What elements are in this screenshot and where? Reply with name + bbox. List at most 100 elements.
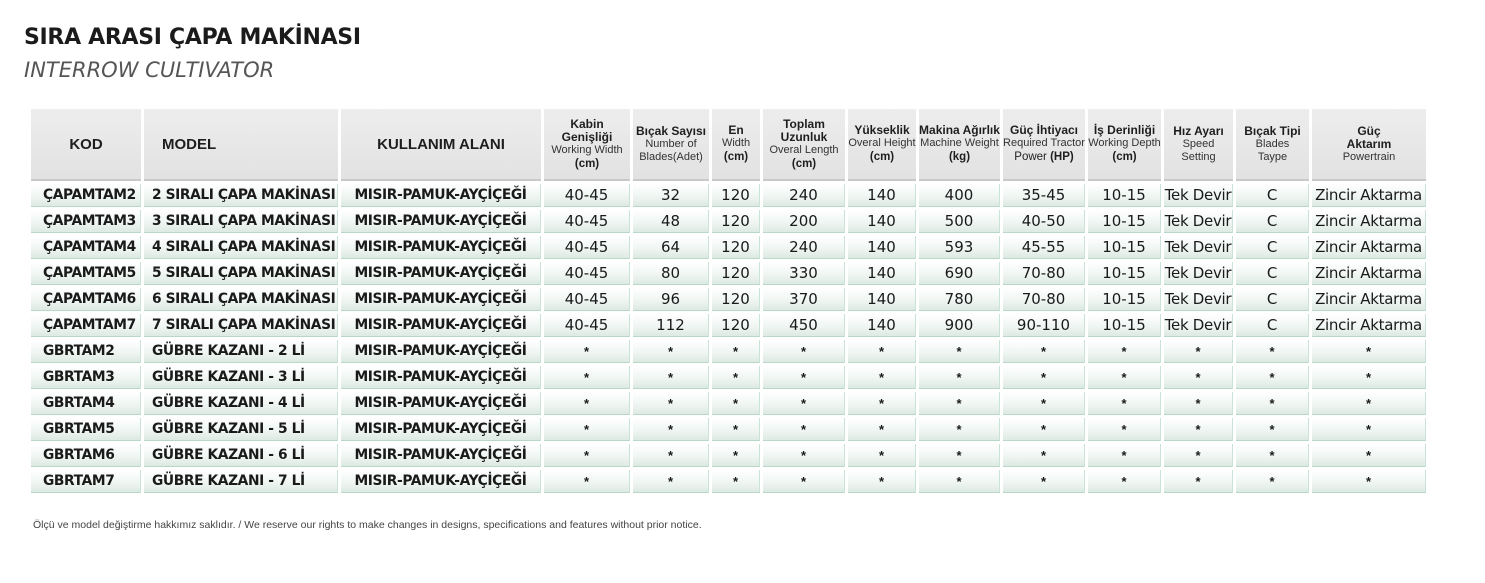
cell-derinlik: * [1088,418,1161,441]
cell-model: 4 SIRALI ÇAPA MAKİNASI [144,236,338,259]
cell-tip: * [1236,366,1309,389]
table-row: ÇAPAMTAM2 2 SIRALI ÇAPA MAKİNASI MISIR-PAM… [31,184,1426,207]
cell-guc: * [1003,444,1085,467]
cell-uzunluk: 200 [763,210,845,233]
cell-derinlik: * [1088,444,1161,467]
cell-guc: 35-45 [1003,184,1085,207]
cell-derinlik: 10-15 [1088,210,1161,233]
header-agirlik: Makina Ağırlık Machine Weight (kg) [919,109,1000,181]
cell-aktarim: Zincir Aktarma [1312,314,1426,337]
cell-model: GÜBRE KAZANI - 6 Lİ [144,444,338,467]
table-row: GBRTAM5 GÜBRE KAZANI - 5 Lİ MISIR-PAMUK-AY… [31,418,1426,441]
cell-agirlik: * [919,340,1000,363]
cell-area: MISIR-PAMUK-AYÇİÇEĞİ [341,470,541,493]
cell-aktarim: Zincir Aktarma [1312,210,1426,233]
cell-kabin: * [544,366,630,389]
cell-yukseklik: 140 [848,314,916,337]
cell-tip: C [1236,184,1309,207]
cell-model: 5 SIRALI ÇAPA MAKİNASI [144,262,338,285]
header-kod: KOD [31,109,141,181]
cell-area: MISIR-PAMUK-AYÇİÇEĞİ [341,444,541,467]
cell-guc: * [1003,470,1085,493]
cell-uzunluk: * [763,392,845,415]
cell-area: MISIR-PAMUK-AYÇİÇEĞİ [341,366,541,389]
table-row: GBRTAM4 GÜBRE KAZANI - 4 Lİ MISIR-PAMUK-AY… [31,392,1426,415]
cell-hiz: Tek Devir [1164,262,1233,285]
cell-bicak: * [633,366,709,389]
cell-kabin: * [544,418,630,441]
cell-yukseklik: 140 [848,210,916,233]
cell-yukseklik: * [848,470,916,493]
cell-derinlik: * [1088,340,1161,363]
table-row: ÇAPAMTAM6 6 SIRALI ÇAPA MAKİNASI MISIR-PAM… [31,288,1426,311]
cell-derinlik: 10-15 [1088,314,1161,337]
cell-area: MISIR-PAMUK-AYÇİÇEĞİ [341,288,541,311]
cell-model: 7 SIRALI ÇAPA MAKİNASI [144,314,338,337]
cell-agirlik: 400 [919,184,1000,207]
table-row: ÇAPAMTAM7 7 SIRALI ÇAPA MAKİNASI MISIR-PAM… [31,314,1426,337]
cell-model: GÜBRE KAZANI - 4 Lİ [144,392,338,415]
cell-derinlik: * [1088,392,1161,415]
cell-guc: 70-80 [1003,262,1085,285]
cell-kod: GBRTAM2 [31,340,141,363]
cell-derinlik: 10-15 [1088,288,1161,311]
cell-tip: C [1236,236,1309,259]
cell-derinlik: 10-15 [1088,262,1161,285]
cell-en: 120 [712,236,760,259]
table-row: ÇAPAMTAM4 4 SIRALI ÇAPA MAKİNASI MISIR-PAM… [31,236,1426,259]
cell-kabin: * [544,470,630,493]
cell-en: * [712,418,760,441]
cell-yukseklik: 140 [848,288,916,311]
cell-yukseklik: * [848,392,916,415]
cell-tip: C [1236,288,1309,311]
cell-guc: 90-110 [1003,314,1085,337]
cell-yukseklik: * [848,418,916,441]
cell-kabin: 40-45 [544,184,630,207]
cell-kabin: 40-45 [544,262,630,285]
cell-kod: GBRTAM4 [31,392,141,415]
cell-yukseklik: * [848,366,916,389]
cell-derinlik: * [1088,470,1161,493]
cell-tip: * [1236,340,1309,363]
header-derinlik: İş Derinliği Working Depth (cm) [1088,109,1161,181]
cell-model: GÜBRE KAZANI - 2 Lİ [144,340,338,363]
cell-kod: ÇAPAMTAM5 [31,262,141,285]
cell-kabin: * [544,340,630,363]
cell-agirlik: * [919,444,1000,467]
cell-agirlik: * [919,418,1000,441]
cell-guc: * [1003,392,1085,415]
cell-agirlik: 690 [919,262,1000,285]
cell-bicak: * [633,418,709,441]
cell-kabin: 40-45 [544,314,630,337]
cell-hiz: Tek Devir [1164,314,1233,337]
cell-yukseklik: * [848,444,916,467]
cell-yukseklik: * [848,340,916,363]
cell-model: 2 SIRALI ÇAPA MAKİNASI [144,184,338,207]
table-row: ÇAPAMTAM5 5 SIRALI ÇAPA MAKİNASI MISIR-PAM… [31,262,1426,285]
cell-tip: * [1236,418,1309,441]
cell-hiz: * [1164,444,1233,467]
cell-area: MISIR-PAMUK-AYÇİÇEĞİ [341,418,541,441]
cell-tip: C [1236,314,1309,337]
header-model: MODEL [144,109,338,181]
header-aktarim: Güç Aktarım Powertrain [1312,109,1426,181]
cell-guc: 70-80 [1003,288,1085,311]
cell-aktarim: * [1312,470,1426,493]
table-row: GBRTAM3 GÜBRE KAZANI - 3 Lİ MISIR-PAMUK-AY… [31,366,1426,389]
cell-kabin: * [544,392,630,415]
cell-uzunluk: 240 [763,184,845,207]
cell-area: MISIR-PAMUK-AYÇİÇEĞİ [341,314,541,337]
cell-hiz: Tek Devir [1164,236,1233,259]
cell-guc: * [1003,340,1085,363]
cell-hiz: * [1164,470,1233,493]
cell-hiz: Tek Devir [1164,210,1233,233]
cell-en: * [712,470,760,493]
cell-uzunluk: * [763,444,845,467]
cell-tip: * [1236,444,1309,467]
cell-en: * [712,340,760,363]
cell-yukseklik: 140 [848,184,916,207]
cell-agirlik: 500 [919,210,1000,233]
cell-agirlik: * [919,366,1000,389]
cell-kod: ÇAPAMTAM2 [31,184,141,207]
cell-kabin: * [544,444,630,467]
